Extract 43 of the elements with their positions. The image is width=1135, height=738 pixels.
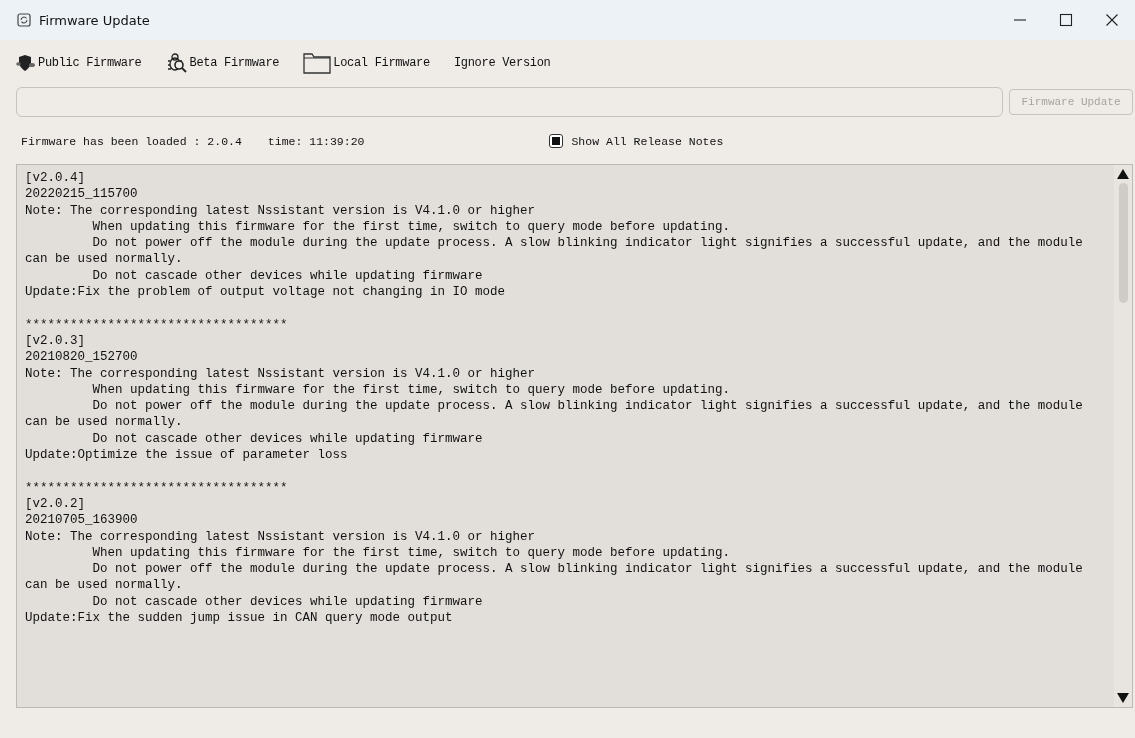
scroll-thumb[interactable]	[1118, 183, 1128, 303]
maximize-icon[interactable]	[1059, 13, 1073, 27]
note-line: Update:Fix the sudden jump issue in CAN query mode output	[25, 610, 454, 627]
file-path-field[interactable]	[16, 87, 1003, 117]
show-all-notes-checkbox[interactable]: Show All Release Notes	[549, 134, 724, 148]
note-line: Do not power off the module during the update process. A slow blinking indicator light signifies a successful update, and the module can be used normally.	[25, 561, 1084, 594]
toolbar-button[interactable]: Public Firmware	[16, 54, 142, 72]
version-label: [v2.0.2]	[25, 495, 86, 513]
shield-icon	[16, 54, 36, 72]
scroll-down-icon[interactable]	[1117, 693, 1129, 703]
scroll-up-icon[interactable]	[1117, 169, 1129, 179]
note-line: Do not power off the module during the update process. A slow blinking indicator light signifies a successful update, and the module can be used normally.	[25, 398, 1084, 431]
note-line: Do not cascade other devices while updating firmware	[91, 593, 484, 610]
note-line: Do not cascade other devices while updating firmware	[91, 267, 484, 285]
note-line: Do not power off the module during the update process. A slow blinking indicator light signifies a successful update, and the module can be used normally.	[25, 235, 1084, 268]
toolbar-button[interactable]: Ignore Version	[453, 56, 551, 70]
scrollbar[interactable]	[1114, 165, 1132, 707]
app-icon	[17, 13, 31, 27]
note-line: Update:Optimize the issue of parameter loss	[25, 447, 349, 464]
note-line: Update:Fix the problem of output voltage not changing in IO mode	[25, 284, 507, 301]
release-date: 20210705_163900	[25, 512, 139, 529]
bug-search-icon	[165, 52, 188, 74]
checkbox[interactable]	[549, 134, 564, 148]
window-title: Firmware Update	[39, 12, 150, 28]
folder-icon	[303, 52, 332, 74]
separator-line: ***********************************	[25, 316, 289, 333]
separator-line: ***********************************	[25, 479, 289, 496]
note-line: Do not cascade other devices while updating firmware	[91, 430, 484, 448]
note-line: When updating this firmware for the first time, switch to query mode before updating.	[91, 544, 732, 562]
loaded-status: Firmware has been loaded : 2.0.4	[21, 134, 242, 148]
note-line: When updating this firmware for the first time, switch to query mode before updating.	[91, 218, 732, 236]
toolbar-button[interactable]: Beta Firmware	[165, 52, 280, 74]
close-icon[interactable]	[1105, 13, 1119, 27]
version-label: [v2.0.4]	[25, 170, 86, 187]
version-label: [v2.0.3]	[25, 332, 86, 350]
note-line: When updating this firmware for the first time, switch to query mode before updating.	[91, 381, 732, 399]
note-line: Note: The corresponding latest Nssistant version is V4.1.0 or higher	[25, 365, 537, 382]
release-date: 20220215_115700	[25, 186, 139, 203]
release-date: 20210820_152700	[25, 349, 139, 366]
note-line: Note: The corresponding latest Nssistant version is V4.1.0 or higher	[25, 202, 537, 219]
load-time: time: 11:39:20	[267, 134, 365, 148]
toolbar-button[interactable]: Local Firmware	[303, 52, 430, 74]
note-line: Note: The corresponding latest Nssistant version is V4.1.0 or higher	[25, 528, 537, 545]
